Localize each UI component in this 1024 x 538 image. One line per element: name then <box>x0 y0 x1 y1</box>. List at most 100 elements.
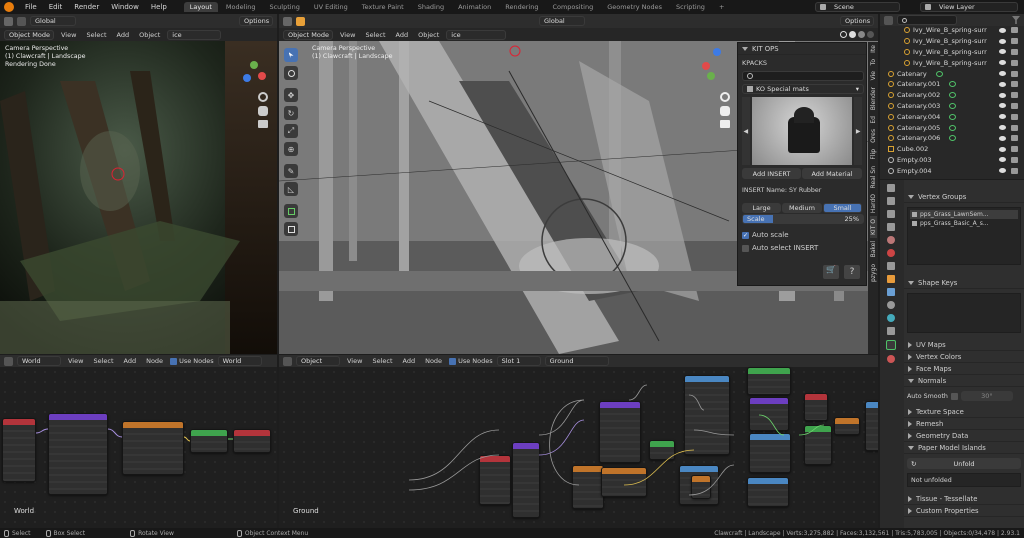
tab-modeling[interactable]: Modeling <box>220 2 262 12</box>
scale-slider[interactable]: Scale 25% <box>742 214 864 224</box>
menu-render[interactable]: Render <box>69 3 104 11</box>
vertex-group-item[interactable]: pps_Grass_Basic_A_s... <box>910 219 1018 228</box>
shading-wireframe-icon[interactable] <box>840 31 847 38</box>
custom-props-header[interactable]: Custom Properties <box>904 505 1024 517</box>
modifier-tab-icon[interactable] <box>887 288 895 296</box>
menu-select[interactable]: Select <box>362 31 388 39</box>
filter-icon[interactable] <box>1012 16 1020 24</box>
unfold-button[interactable]: ↻ Unfold <box>907 458 1021 469</box>
npanel-tab-polygo[interactable]: pzygo <box>870 261 877 285</box>
render-camera-icon[interactable] <box>1011 27 1018 34</box>
outliner-item[interactable]: Catenary.001 <box>880 79 1024 90</box>
npanel-tab-tool[interactable]: To <box>870 56 877 68</box>
face-maps-header[interactable]: Face Maps <box>904 363 1024 375</box>
outliner-item[interactable]: Empty.003 <box>880 155 1024 166</box>
visibility-eye-icon[interactable] <box>999 125 1006 131</box>
npanel-tab-realsnow[interactable]: Real Sn <box>870 163 877 191</box>
tool-tab-icon[interactable] <box>887 184 895 192</box>
render-camera-icon[interactable] <box>1011 167 1018 174</box>
modifier-icon[interactable] <box>949 92 957 99</box>
view-layer-tab-icon[interactable] <box>887 223 895 231</box>
axis-z-icon[interactable] <box>243 74 251 82</box>
render-camera-icon[interactable] <box>1011 113 1018 120</box>
size-large-button[interactable]: Large <box>742 203 782 213</box>
normals-header[interactable]: Normals <box>904 375 1024 387</box>
npanel-tab-edit[interactable]: Ed <box>870 113 877 127</box>
transform-orientation[interactable]: Global <box>539 16 585 26</box>
output-tab-icon[interactable] <box>887 210 895 218</box>
size-medium-button[interactable]: Medium <box>782 203 822 213</box>
outliner-item[interactable]: Catenary <box>880 68 1024 79</box>
pan-hand-icon[interactable] <box>720 106 730 116</box>
paper-model-header[interactable]: Paper Model Islands <box>904 442 1024 454</box>
render-camera-icon[interactable] <box>1011 81 1018 88</box>
camera-view-icon[interactable] <box>258 120 268 128</box>
tab-uv-editing[interactable]: UV Editing <box>308 2 354 12</box>
menu-add[interactable]: Add <box>114 31 133 39</box>
options-button[interactable]: Options <box>239 16 273 26</box>
npanel-tab-flip[interactable]: Flip <box>870 146 877 163</box>
tab-shading[interactable]: Shading <box>412 2 450 12</box>
modifier-icon[interactable] <box>949 124 957 131</box>
vertex-group-item[interactable]: pps_Grass_LawnSem... <box>910 210 1018 219</box>
axis-y-icon[interactable] <box>250 61 258 69</box>
select-box-tool[interactable] <box>284 48 298 62</box>
blender-logo-icon[interactable] <box>4 2 14 12</box>
outliner-item[interactable]: Catenary.005 <box>880 122 1024 133</box>
visibility-eye-icon[interactable] <box>999 60 1006 66</box>
render-camera-icon[interactable] <box>1011 102 1018 109</box>
outliner-item[interactable]: Cube.002 <box>880 144 1024 155</box>
material-tab-icon[interactable] <box>887 355 895 363</box>
modifier-icon[interactable] <box>949 113 957 120</box>
object-tab-icon[interactable] <box>887 275 895 283</box>
tab-texture-paint[interactable]: Texture Paint <box>356 2 410 12</box>
axis-z-icon[interactable] <box>713 48 721 56</box>
view-layer-selector[interactable]: View Layer <box>920 2 1018 12</box>
visibility-eye-icon[interactable] <box>999 71 1006 77</box>
scale-tool[interactable]: ⤢ <box>284 124 298 138</box>
outliner-item[interactable]: Catenary.002 <box>880 90 1024 101</box>
vertex-colors-header[interactable]: Vertex Colors <box>904 351 1024 363</box>
tab-animation[interactable]: Animation <box>452 2 497 12</box>
auto-scale-row[interactable]: ✓ Auto scale <box>742 231 862 239</box>
visibility-eye-icon[interactable] <box>999 168 1006 174</box>
visibility-eye-icon[interactable] <box>999 27 1006 33</box>
render-camera-icon[interactable] <box>1011 48 1018 55</box>
add-insert-button[interactable]: Add INSERT <box>742 168 802 179</box>
auto-select-row[interactable]: Auto select INSERT <box>742 244 862 252</box>
outliner-search[interactable] <box>897 15 957 25</box>
render-camera-icon[interactable] <box>1011 70 1018 77</box>
kpack-selector[interactable]: KO Special mats ▾ <box>742 84 864 94</box>
render-camera-icon[interactable] <box>1011 156 1018 163</box>
auto-select-checkbox[interactable] <box>742 244 749 252</box>
scene-tab-icon[interactable] <box>887 236 895 244</box>
tab-compositing[interactable]: Compositing <box>546 2 599 12</box>
modifier-icon[interactable] <box>949 135 957 142</box>
insert-thumbnail[interactable] <box>751 97 853 165</box>
visibility-eye-icon[interactable] <box>999 103 1006 109</box>
size-small-button[interactable]: Small <box>823 203 863 213</box>
cursor-tool[interactable] <box>284 66 298 80</box>
menu-edit[interactable]: Edit <box>44 3 68 11</box>
add-material-button[interactable]: Add Material <box>802 168 862 179</box>
auto-scale-checkbox[interactable]: ✓ <box>742 231 749 239</box>
menu-object[interactable]: Object <box>136 31 163 39</box>
collection-tab-icon[interactable] <box>887 262 895 270</box>
menu-view[interactable]: View <box>58 31 79 39</box>
visibility-eye-icon[interactable] <box>999 38 1006 44</box>
modifier-icon[interactable] <box>949 102 957 109</box>
navigation-gizmo[interactable] <box>238 58 272 92</box>
visibility-eye-icon[interactable] <box>999 49 1006 55</box>
editor-type-icon[interactable] <box>283 16 292 26</box>
kpack-search[interactable] <box>742 71 864 81</box>
menu-file[interactable]: File <box>20 3 42 11</box>
npanel-tab-bakel[interactable]: Bakel <box>870 238 877 260</box>
render-camera-icon[interactable] <box>1011 124 1018 131</box>
add-cube-tool[interactable] <box>284 204 298 218</box>
search-field[interactable]: ice <box>446 29 507 40</box>
render-camera-icon[interactable] <box>1011 135 1018 142</box>
transform-tool[interactable]: ⊕ <box>284 142 298 156</box>
scene-selector[interactable]: Scene <box>815 2 900 12</box>
world-node-editor[interactable]: World View Select Add Node Use Nodes Wor… <box>0 355 277 528</box>
vertex-groups-header[interactable]: Vertex Groups <box>904 191 1024 203</box>
